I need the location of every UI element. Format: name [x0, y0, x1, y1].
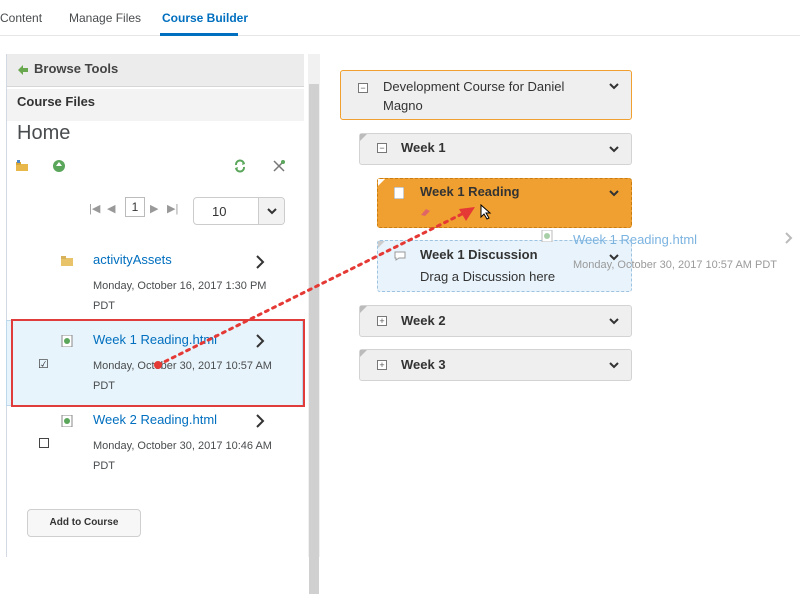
drag-arrow-overlay: [154, 207, 475, 369]
drag-start-dot: [154, 361, 162, 369]
drag-path-line: [156, 211, 466, 367]
